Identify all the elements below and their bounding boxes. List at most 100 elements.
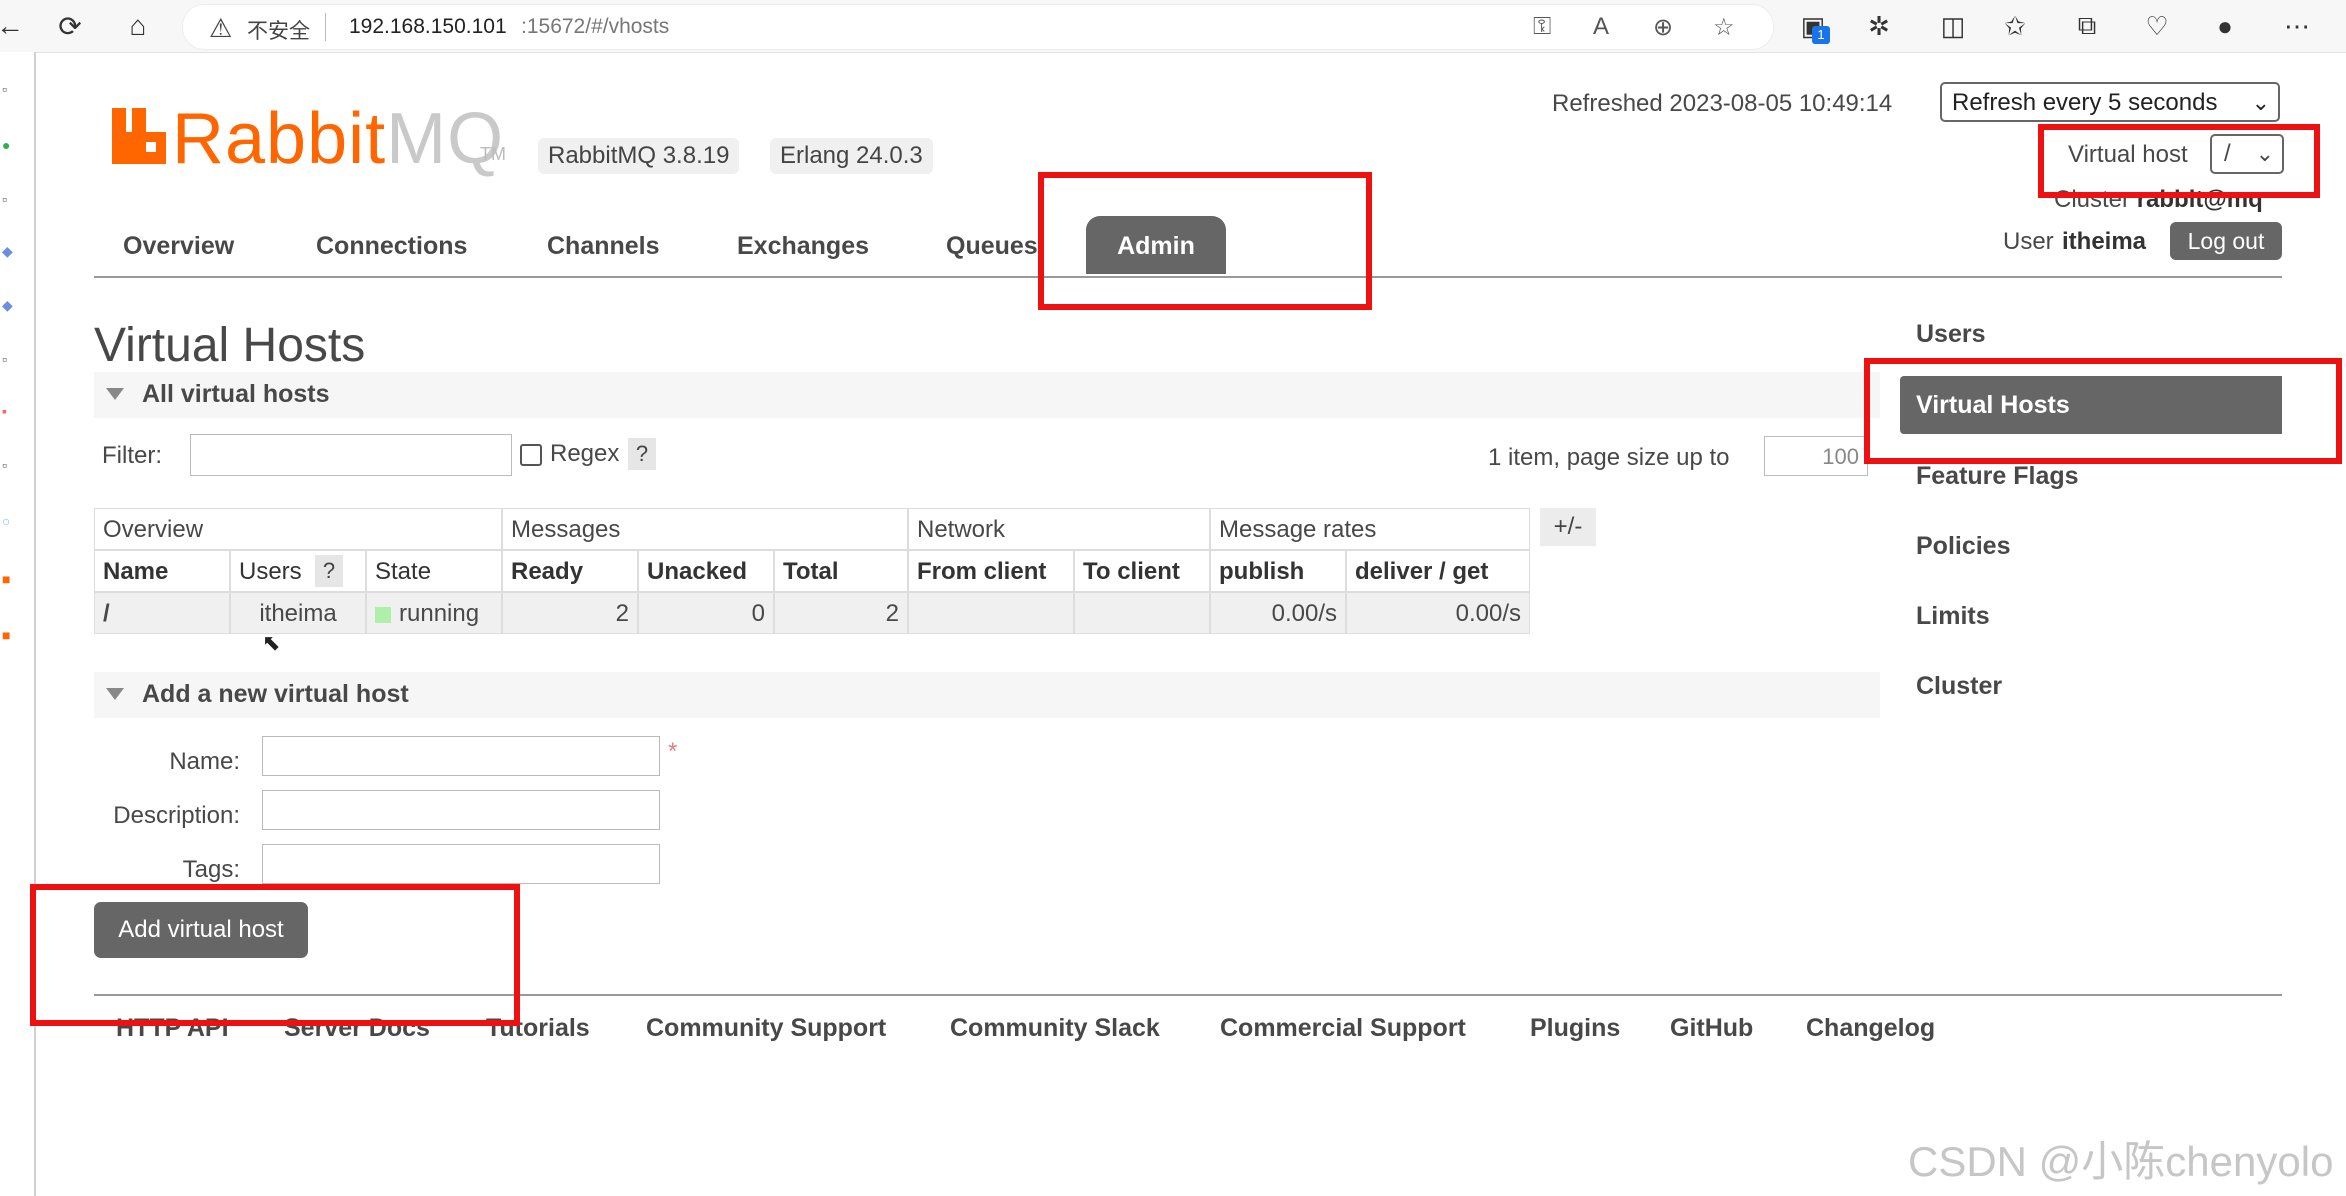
zoom-icon[interactable]: ⊕	[1653, 13, 1673, 42]
column-header-unacked[interactable]: Unacked	[638, 550, 774, 592]
filter-input[interactable]	[190, 434, 512, 476]
sidebar-app-icon[interactable]: ○	[2, 514, 16, 528]
page-size-input[interactable]: 100	[1764, 436, 1868, 476]
sidebar-item-limits[interactable]: Limits	[1916, 602, 1990, 631]
sidebar-item-cluster[interactable]: Cluster	[1916, 672, 2002, 701]
description-input[interactable]	[262, 790, 660, 830]
row-to-client	[1074, 592, 1210, 634]
footer-link-github[interactable]: GitHub	[1670, 1014, 1753, 1043]
collapse-triangle-icon[interactable]	[106, 388, 124, 400]
footer-link-community-slack[interactable]: Community Slack	[950, 1014, 1160, 1043]
sidebar-app-icon[interactable]: ●	[2, 138, 16, 152]
read-aloud-icon[interactable]: A	[1593, 13, 1609, 41]
tab-connections[interactable]: Connections	[316, 232, 467, 261]
group-header-overview: Overview	[94, 508, 502, 550]
row-state: running	[366, 592, 502, 634]
profile-avatar-icon[interactable]: ●	[2208, 10, 2242, 42]
more-menu-icon[interactable]: ⋯	[2280, 10, 2314, 42]
column-header-publish[interactable]: publish	[1210, 550, 1346, 592]
section-all-virtual-hosts[interactable]: All virtual hosts	[94, 372, 1880, 418]
tab-queues[interactable]: Queues	[946, 232, 1038, 261]
security-label[interactable]: 不安全	[247, 15, 310, 45]
row-ready: 2	[502, 592, 638, 634]
column-header-to-client[interactable]: To client	[1074, 550, 1210, 592]
footer-link-commercial-support[interactable]: Commercial Support	[1220, 1014, 1466, 1043]
name-input[interactable]	[262, 736, 660, 776]
sidebar-app-icon[interactable]: ▫	[2, 458, 16, 472]
filter-label: Filter:	[102, 442, 162, 469]
row-name-link[interactable]: /	[94, 592, 230, 634]
address-separator	[325, 13, 326, 41]
refresh-interval-select[interactable]: Refresh every 5 seconds ⌄	[1940, 82, 2280, 122]
sidebar-item-users[interactable]: Users	[1916, 320, 1986, 349]
split-screen-icon[interactable]: ◫	[1936, 10, 1970, 42]
logo-trademark: TM	[480, 144, 506, 164]
url-path[interactable]: :15672/#/vhosts	[521, 15, 669, 39]
logout-button[interactable]: Log out	[2170, 222, 2282, 260]
highlight-box-virtual-host	[2038, 124, 2320, 198]
collections-icon[interactable]: ⧉	[2070, 10, 2104, 42]
column-header-total[interactable]: Total	[774, 550, 908, 592]
favorite-star-icon[interactable]: ☆	[1713, 13, 1735, 42]
home-icon[interactable]: ⌂	[122, 10, 154, 42]
rabbitmq-logo-icon	[112, 108, 166, 164]
column-header-from-client[interactable]: From client	[908, 550, 1074, 592]
page-title: Virtual Hosts	[94, 319, 366, 372]
section-add-virtual-host[interactable]: Add a new virtual host	[94, 672, 1880, 718]
users-help-button[interactable]: ?	[315, 555, 343, 587]
description-label: Description:	[113, 802, 240, 829]
tab-channels[interactable]: Channels	[547, 232, 660, 261]
group-header-network: Network	[908, 508, 1210, 550]
refreshed-timestamp: Refreshed 2023-08-05 10:49:14	[1552, 90, 1893, 117]
column-header-users[interactable]: Users ?	[230, 550, 366, 592]
extensions-puzzle-icon[interactable]: ✲	[1862, 10, 1896, 42]
column-header-deliver-get[interactable]: deliver / get	[1346, 550, 1530, 592]
regex-checkbox[interactable]	[520, 444, 542, 466]
column-header-name[interactable]: Name	[94, 550, 230, 592]
rabbitmq-version-badge: RabbitMQ 3.8.19	[538, 138, 740, 174]
browser-essentials-icon[interactable]: ♡	[2140, 10, 2174, 42]
regex-label[interactable]: Regex	[550, 440, 619, 468]
key-icon[interactable]: ⚿	[1533, 13, 1551, 41]
reload-icon[interactable]: ⟳	[54, 10, 86, 42]
column-header-state[interactable]: State	[366, 550, 502, 592]
sidebar-item-feature-flags[interactable]: Feature Flags	[1916, 462, 2079, 491]
section-title[interactable]: All virtual hosts	[142, 380, 330, 409]
row-from-client	[908, 592, 1074, 634]
address-bar[interactable]: ⚠ 不安全 192.168.150.101 :15672/#/vhosts ⚿ …	[182, 4, 1774, 50]
sidebar-app-icon[interactable]: ▫	[2, 82, 16, 96]
sidebar-app-icon[interactable]: ▫	[2, 192, 16, 206]
sidebar-app-icon[interactable]: ■	[2, 628, 16, 642]
logo-wordmark: RabbitMQ	[172, 100, 504, 178]
footer-link-community-support[interactable]: Community Support	[646, 1014, 886, 1043]
watermark: CSDN @小陈chenyolo	[1908, 1138, 2334, 1185]
footer-link-plugins[interactable]: Plugins	[1530, 1014, 1620, 1043]
logo-mq: MQ	[386, 99, 505, 179]
column-toggle-button[interactable]: +/-	[1540, 508, 1596, 546]
tab-overview[interactable]: Overview	[123, 232, 234, 261]
warning-icon[interactable]: ⚠	[209, 13, 232, 44]
url-host[interactable]: 192.168.150.101	[349, 15, 507, 39]
tab-exchanges[interactable]: Exchanges	[737, 232, 869, 261]
sidebar-app-icon[interactable]: ▫	[2, 352, 16, 366]
footer-link-changelog[interactable]: Changelog	[1806, 1014, 1935, 1043]
highlight-box-add-button	[30, 884, 520, 1026]
row-users: itheima	[230, 592, 366, 634]
column-header-ready[interactable]: Ready	[502, 550, 638, 592]
collapse-triangle-icon[interactable]	[106, 688, 124, 700]
sidebar-app-icon[interactable]: ▪	[2, 404, 16, 418]
user-name: itheima	[2062, 228, 2147, 255]
row-unacked: 0	[638, 592, 774, 634]
sidebar-app-icon[interactable]: ◆	[2, 298, 16, 312]
sidebar-app-icon[interactable]: ◆	[2, 244, 16, 258]
section-title[interactable]: Add a new virtual host	[142, 680, 409, 709]
back-arrow-icon[interactable]: ←	[0, 10, 26, 42]
sidebar-app-icon[interactable]: ■	[2, 572, 16, 586]
sidebar-item-policies[interactable]: Policies	[1916, 532, 2011, 561]
tags-input[interactable]	[262, 844, 660, 884]
tags-label: Tags:	[182, 856, 240, 883]
favorites-icon[interactable]: ✩	[1998, 10, 2032, 42]
regex-help-button[interactable]: ?	[628, 438, 656, 470]
items-count-text: 1 item, page size up to	[1488, 444, 1730, 471]
users-header-label: Users	[239, 558, 302, 585]
